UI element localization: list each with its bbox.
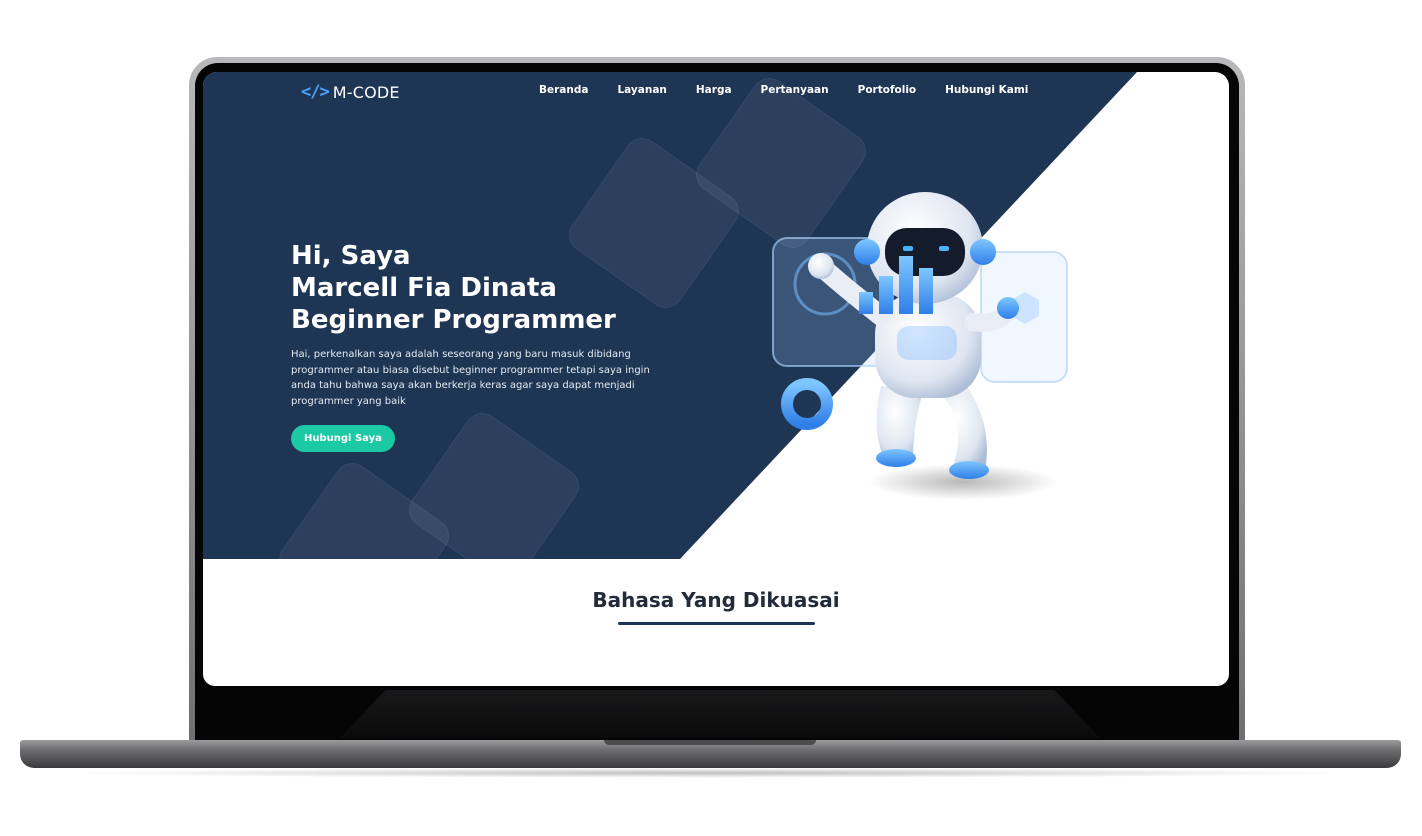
- hero-title-line-2: Marcell Fia Dinata: [291, 273, 557, 303]
- robot-illustration: [772, 192, 1068, 500]
- main-nav: Beranda Layanan Harga Pertanyaan Portofo…: [539, 84, 1057, 96]
- nav-link-harga[interactable]: Harga: [696, 84, 732, 96]
- code-brackets-icon: </>: [301, 82, 330, 102]
- laptop-base-notch: [604, 740, 816, 745]
- laptop-shadow: [60, 768, 1360, 778]
- hero-title: Hi, Saya Marcell Fia Dinata Beginner Pro…: [291, 240, 616, 336]
- hero-title-line-1: Hi, Saya: [291, 241, 411, 271]
- nav-link-hubungi-kami[interactable]: Hubungi Kami: [945, 84, 1028, 96]
- hero-title-line-3: Beginner Programmer: [291, 305, 616, 335]
- decor-square: [402, 406, 586, 559]
- nav-link-portofolio[interactable]: Portofolio: [858, 84, 917, 96]
- nav-link-beranda[interactable]: Beranda: [539, 84, 588, 96]
- hero-description: Hai, perkenalkan saya adalah seseorang y…: [291, 349, 650, 407]
- site-logo[interactable]: </> M-CODE: [301, 81, 400, 103]
- laptop-keyboard-reflection: [340, 690, 1100, 738]
- laptop-screen: </> M-CODE Beranda Layanan Harga Pertany…: [203, 72, 1229, 686]
- logo-text: M-CODE: [332, 82, 400, 102]
- nav-link-layanan[interactable]: Layanan: [617, 84, 666, 96]
- contact-me-button[interactable]: Hubungi Saya: [291, 425, 395, 452]
- stage: </> M-CODE Beranda Layanan Harga Pertany…: [0, 0, 1422, 836]
- nav-link-pertanyaan[interactable]: Pertanyaan: [761, 84, 829, 96]
- section-title-underline: [618, 622, 815, 625]
- section-title: Bahasa Yang Dikuasai: [592, 588, 840, 612]
